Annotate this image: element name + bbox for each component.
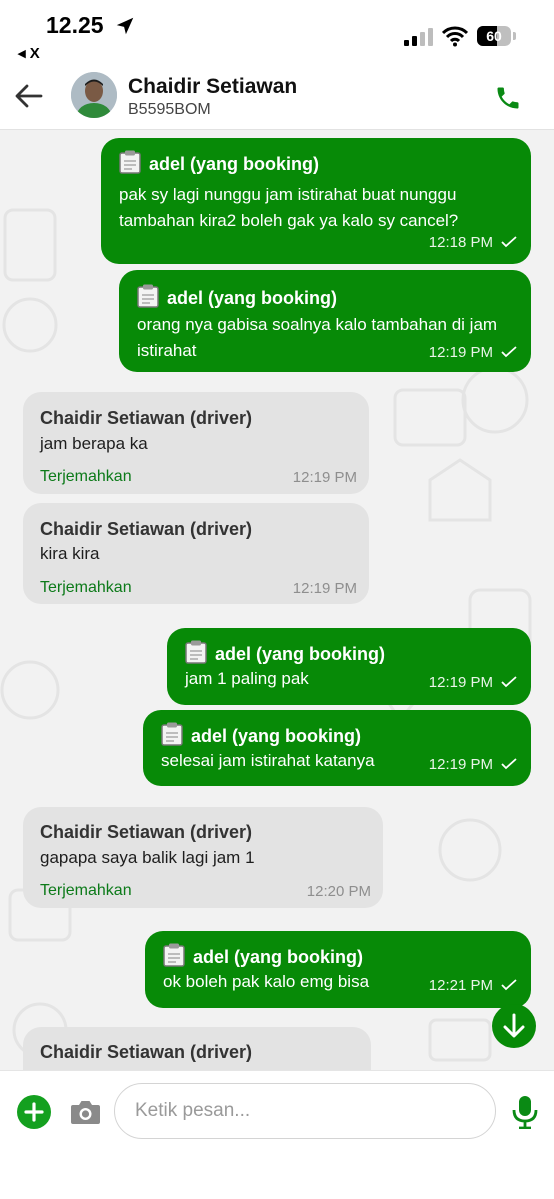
message-bubble[interactable]: adel (yang booking) jam 1 paling pak 12:… <box>167 628 531 705</box>
message-meta: 12:21 PM <box>429 977 517 994</box>
message-text: jam berapa ka <box>40 434 148 453</box>
sender-name: adel (yang booking) <box>167 288 338 308</box>
battery-icon: 60 <box>477 26 517 48</box>
message-meta: 12:19 PM <box>429 344 517 361</box>
message-text: jam 1 paling pak <box>185 669 309 688</box>
message-time: 12:18 PM <box>428 234 493 251</box>
sender-name: adel (yang booking) <box>215 644 386 664</box>
signal-icon <box>404 28 433 46</box>
wifi-icon <box>442 26 468 47</box>
sender-name: adel (yang booking) <box>191 726 362 746</box>
translate-link[interactable]: Terjemahkan <box>40 579 132 597</box>
message-bubble[interactable]: Chaidir Setiawan (driver) jam berapa ka … <box>23 392 369 494</box>
message-input[interactable] <box>114 1083 496 1139</box>
sender-name: Chaidir Setiawan (driver) <box>40 822 253 842</box>
contact-name: Chaidir Setiawan <box>128 75 298 98</box>
status-time: 12.25 <box>46 12 104 38</box>
chat-area[interactable]: adel (yang booking) pak sy lagi nunggu j… <box>0 130 554 1070</box>
double-check-icon <box>501 758 517 770</box>
clipboard-icon <box>163 943 185 967</box>
message-time: 12:20 PM <box>306 883 371 900</box>
message-text: gapapa saya balik lagi jam 1 <box>40 848 255 867</box>
double-check-icon <box>501 676 517 688</box>
message-meta: 12:19 PM <box>429 756 517 773</box>
message-bubble[interactable]: adel (yang booking) pak sy lagi nunggu j… <box>101 138 531 264</box>
phone-icon[interactable] <box>494 84 522 112</box>
battery-percent: 60 <box>486 28 502 44</box>
sender-name: Chaidir Setiawan (driver) <box>40 519 253 539</box>
camera-icon[interactable] <box>70 1099 101 1125</box>
microphone-icon[interactable] <box>511 1095 539 1129</box>
clipboard-icon <box>185 640 207 664</box>
back-arrow-icon[interactable] <box>14 82 44 110</box>
clipboard-icon <box>161 722 183 746</box>
double-check-icon <box>501 346 517 358</box>
message-time: 12:21 PM <box>428 977 493 994</box>
location-arrow-icon <box>116 17 134 35</box>
message-bubble[interactable]: Chaidir Setiawan (driver) gapapa saya ba… <box>23 807 383 908</box>
avatar[interactable] <box>71 72 117 118</box>
double-check-icon <box>501 236 517 248</box>
message-time: 12:19 PM <box>292 580 357 597</box>
message-bubble[interactable]: Chaidir Setiawan (driver) kira kira Terj… <box>23 503 369 604</box>
message-input-bar <box>0 1070 554 1199</box>
message-bubble[interactable]: Chaidir Setiawan (driver) <box>23 1027 371 1070</box>
message-text: kira kira <box>40 544 100 563</box>
attach-button[interactable] <box>17 1095 51 1129</box>
double-check-icon <box>501 979 517 991</box>
message-bubble[interactable]: adel (yang booking) orang nya gabisa soa… <box>119 270 531 372</box>
scroll-down-icon <box>503 1013 525 1038</box>
message-text: selesai jam istirahat katanya <box>161 751 375 770</box>
message-meta: 12:19 PM <box>429 674 517 691</box>
vehicle-plate: B5595BOM <box>128 101 211 118</box>
clipboard-icon <box>119 150 141 174</box>
chat-header: Chaidir Setiawan B5595BOM <box>0 60 554 130</box>
sender-name: adel (yang booking) <box>149 154 320 174</box>
scroll-down-button[interactable] <box>492 1004 536 1048</box>
sender-name: adel (yang booking) <box>193 947 364 967</box>
message-bubble[interactable]: adel (yang booking) selesai jam istiraha… <box>143 710 531 786</box>
message-text: ok boleh pak kalo emg bisa <box>163 972 370 991</box>
translate-link[interactable]: Terjemahkan <box>40 468 132 486</box>
message-text: pak sy lagi nunggu jam istirahat buat nu… <box>119 185 459 230</box>
clipboard-icon <box>137 284 159 308</box>
sender-name: Chaidir Setiawan (driver) <box>40 1042 253 1062</box>
message-time: 12:19 PM <box>428 344 493 361</box>
translate-link[interactable]: Terjemahkan <box>40 882 132 900</box>
message-time: 12:19 PM <box>428 756 493 773</box>
message-bubble[interactable]: adel (yang booking) ok boleh pak kalo em… <box>145 931 531 1008</box>
sender-name: Chaidir Setiawan (driver) <box>40 408 253 428</box>
plus-icon <box>24 1102 44 1122</box>
message-time: 12:19 PM <box>292 469 357 486</box>
message-time: 12:19 PM <box>428 674 493 691</box>
message-meta: 12:18 PM <box>429 234 517 251</box>
